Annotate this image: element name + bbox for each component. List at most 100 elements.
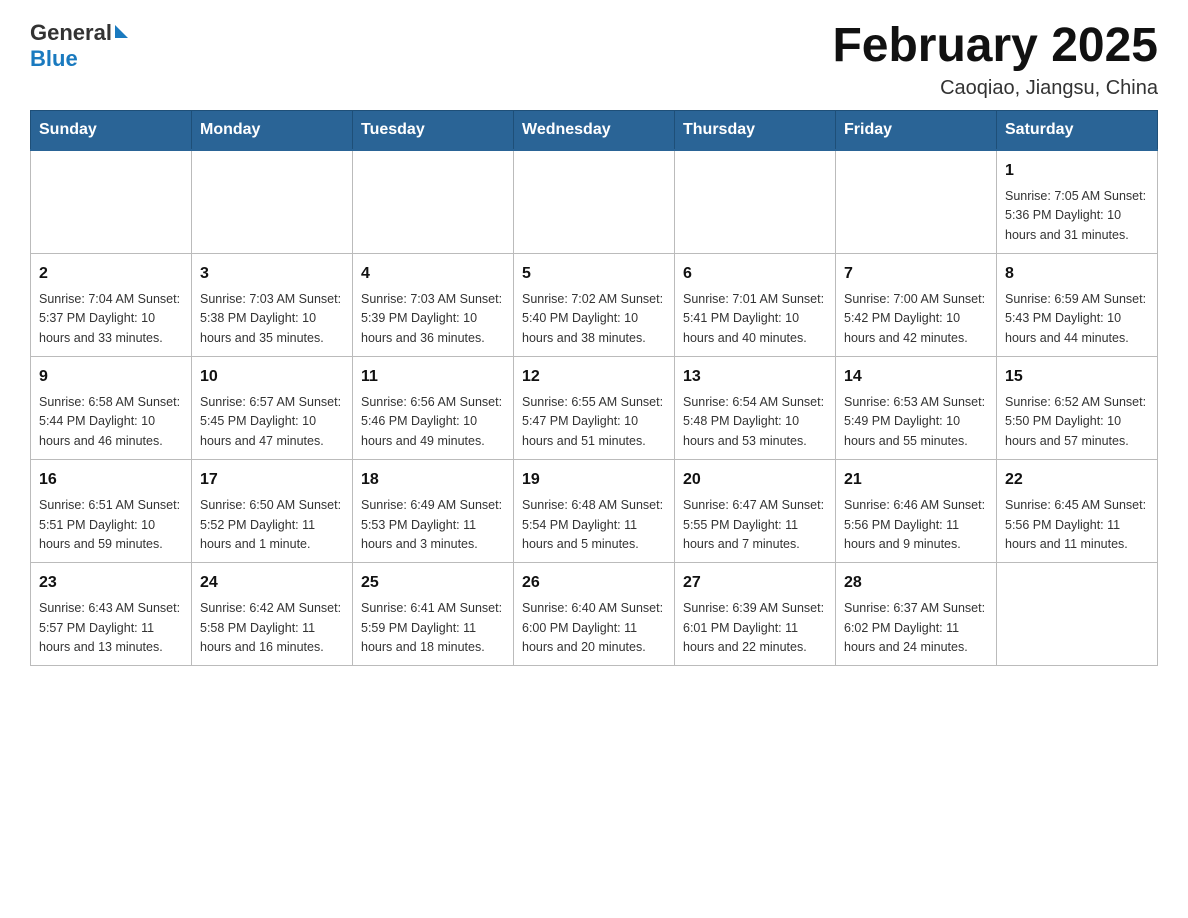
day-number: 3	[200, 262, 344, 286]
calendar-cell: 12Sunrise: 6:55 AM Sunset: 5:47 PM Dayli…	[514, 357, 675, 460]
day-info: Sunrise: 7:00 AM Sunset: 5:42 PM Dayligh…	[844, 290, 988, 348]
day-info: Sunrise: 6:55 AM Sunset: 5:47 PM Dayligh…	[522, 393, 666, 451]
day-number: 14	[844, 365, 988, 389]
day-info: Sunrise: 7:02 AM Sunset: 5:40 PM Dayligh…	[522, 290, 666, 348]
calendar-cell: 22 Sunrise: 6:45 AM Sunset: 5:56 PM Dayli…	[997, 460, 1158, 563]
day-info: Sunrise: 6:48 AM Sunset: 5:54 PM Dayligh…	[522, 496, 666, 554]
day-info: Sunrise: 6:43 AM Sunset: 5:57 PM Dayligh…	[39, 599, 183, 657]
calendar-cell: 15 Sunrise: 6:52 AM Sunset: 5:50 PM Dayli…	[997, 357, 1158, 460]
day-info: Sunrise: 6:54 AM Sunset: 5:48 PM Dayligh…	[683, 393, 827, 451]
day-number: 15	[1005, 365, 1149, 389]
day-header-thursday: Thursday	[675, 110, 836, 150]
calendar-cell: 16Sunrise: 6:51 AM Sunset: 5:51 PM Dayli…	[31, 460, 192, 563]
day-info: Sunrise: 6:42 AM Sunset: 5:58 PM Dayligh…	[200, 599, 344, 657]
day-number: 11	[361, 365, 505, 389]
day-number: 4	[361, 262, 505, 286]
calendar-cell: 19 Sunrise: 6:48 AM Sunset: 5:54 PM Dayli…	[514, 460, 675, 563]
logo-general: General	[30, 20, 112, 46]
day-number: 6	[683, 262, 827, 286]
calendar-cell	[192, 150, 353, 254]
calendar-header-row: SundayMondayTuesdayWednesdayThursdayFrid…	[31, 110, 1158, 150]
day-number: 17	[200, 468, 344, 492]
calendar-cell: 11 Sunrise: 6:56 AM Sunset: 5:46 PM Dayli…	[353, 357, 514, 460]
day-info: Sunrise: 6:53 AM Sunset: 5:49 PM Dayligh…	[844, 393, 988, 451]
day-number: 13	[683, 365, 827, 389]
calendar-cell: 9 Sunrise: 6:58 AM Sunset: 5:44 PM Daylig…	[31, 357, 192, 460]
day-number: 21	[844, 468, 988, 492]
calendar-cell	[997, 563, 1158, 666]
calendar-cell: 10 Sunrise: 6:57 AM Sunset: 5:45 PM Dayli…	[192, 357, 353, 460]
calendar-week-row: 9 Sunrise: 6:58 AM Sunset: 5:44 PM Daylig…	[31, 357, 1158, 460]
calendar-cell: 13 Sunrise: 6:54 AM Sunset: 5:48 PM Dayli…	[675, 357, 836, 460]
day-number: 25	[361, 571, 505, 595]
day-header-saturday: Saturday	[997, 110, 1158, 150]
calendar-week-row: 2 Sunrise: 7:04 AM Sunset: 5:37 PM Daylig…	[31, 253, 1158, 356]
calendar-cell: 7Sunrise: 7:00 AM Sunset: 5:42 PM Daylig…	[836, 253, 997, 356]
day-info: Sunrise: 6:57 AM Sunset: 5:45 PM Dayligh…	[200, 393, 344, 451]
day-info: Sunrise: 6:56 AM Sunset: 5:46 PM Dayligh…	[361, 393, 505, 451]
day-info: Sunrise: 6:47 AM Sunset: 5:55 PM Dayligh…	[683, 496, 827, 554]
day-number: 24	[200, 571, 344, 595]
calendar-cell: 20 Sunrise: 6:47 AM Sunset: 5:55 PM Dayli…	[675, 460, 836, 563]
day-number: 8	[1005, 262, 1149, 286]
calendar-cell	[353, 150, 514, 254]
calendar-cell: 5 Sunrise: 7:02 AM Sunset: 5:40 PM Daylig…	[514, 253, 675, 356]
day-number: 5	[522, 262, 666, 286]
day-number: 2	[39, 262, 183, 286]
calendar-subtitle: Caoqiao, Jiangsu, China	[832, 77, 1158, 100]
calendar-cell	[675, 150, 836, 254]
calendar-cell: 21Sunrise: 6:46 AM Sunset: 5:56 PM Dayli…	[836, 460, 997, 563]
calendar-cell: 1 Sunrise: 7:05 AM Sunset: 5:36 PM Daylig…	[997, 150, 1158, 254]
calendar-cell: 26 Sunrise: 6:40 AM Sunset: 6:00 PM Dayli…	[514, 563, 675, 666]
calendar-cell: 27 Sunrise: 6:39 AM Sunset: 6:01 PM Dayli…	[675, 563, 836, 666]
calendar-cell: 8 Sunrise: 6:59 AM Sunset: 5:43 PM Daylig…	[997, 253, 1158, 356]
day-info: Sunrise: 6:49 AM Sunset: 5:53 PM Dayligh…	[361, 496, 505, 554]
day-number: 1	[1005, 159, 1149, 183]
calendar-title: February 2025	[832, 20, 1158, 73]
day-number: 18	[361, 468, 505, 492]
day-info: Sunrise: 6:59 AM Sunset: 5:43 PM Dayligh…	[1005, 290, 1149, 348]
calendar-cell	[836, 150, 997, 254]
calendar-cell	[514, 150, 675, 254]
page-header: General Blue February 2025 Caoqiao, Jian…	[30, 20, 1158, 100]
calendar-cell: 6 Sunrise: 7:01 AM Sunset: 5:41 PM Daylig…	[675, 253, 836, 356]
calendar-cell: 28Sunrise: 6:37 AM Sunset: 6:02 PM Dayli…	[836, 563, 997, 666]
calendar-cell: 14 Sunrise: 6:53 AM Sunset: 5:49 PM Dayli…	[836, 357, 997, 460]
calendar-cell: 2 Sunrise: 7:04 AM Sunset: 5:37 PM Daylig…	[31, 253, 192, 356]
day-info: Sunrise: 7:01 AM Sunset: 5:41 PM Dayligh…	[683, 290, 827, 348]
calendar-week-row: 16Sunrise: 6:51 AM Sunset: 5:51 PM Dayli…	[31, 460, 1158, 563]
calendar-cell: 3 Sunrise: 7:03 AM Sunset: 5:38 PM Daylig…	[192, 253, 353, 356]
day-number: 22	[1005, 468, 1149, 492]
calendar-cell: 24 Sunrise: 6:42 AM Sunset: 5:58 PM Dayli…	[192, 563, 353, 666]
day-info: Sunrise: 6:40 AM Sunset: 6:00 PM Dayligh…	[522, 599, 666, 657]
day-info: Sunrise: 6:50 AM Sunset: 5:52 PM Dayligh…	[200, 496, 344, 554]
day-number: 20	[683, 468, 827, 492]
calendar-cell: 25Sunrise: 6:41 AM Sunset: 5:59 PM Dayli…	[353, 563, 514, 666]
day-info: Sunrise: 7:04 AM Sunset: 5:37 PM Dayligh…	[39, 290, 183, 348]
day-info: Sunrise: 6:37 AM Sunset: 6:02 PM Dayligh…	[844, 599, 988, 657]
calendar-week-row: 1 Sunrise: 7:05 AM Sunset: 5:36 PM Daylig…	[31, 150, 1158, 254]
logo-arrow-icon	[115, 25, 128, 38]
day-info: Sunrise: 6:58 AM Sunset: 5:44 PM Dayligh…	[39, 393, 183, 451]
day-header-wednesday: Wednesday	[514, 110, 675, 150]
day-info: Sunrise: 6:39 AM Sunset: 6:01 PM Dayligh…	[683, 599, 827, 657]
calendar-cell: 23 Sunrise: 6:43 AM Sunset: 5:57 PM Dayli…	[31, 563, 192, 666]
day-header-friday: Friday	[836, 110, 997, 150]
logo-blue: Blue	[30, 46, 78, 72]
calendar-cell: 17 Sunrise: 6:50 AM Sunset: 5:52 PM Dayli…	[192, 460, 353, 563]
day-info: Sunrise: 6:51 AM Sunset: 5:51 PM Dayligh…	[39, 496, 183, 554]
day-info: Sunrise: 6:45 AM Sunset: 5:56 PM Dayligh…	[1005, 496, 1149, 554]
day-info: Sunrise: 7:03 AM Sunset: 5:38 PM Dayligh…	[200, 290, 344, 348]
day-number: 10	[200, 365, 344, 389]
day-number: 27	[683, 571, 827, 595]
day-header-sunday: Sunday	[31, 110, 192, 150]
day-header-tuesday: Tuesday	[353, 110, 514, 150]
day-number: 26	[522, 571, 666, 595]
day-number: 9	[39, 365, 183, 389]
calendar-cell: 4Sunrise: 7:03 AM Sunset: 5:39 PM Daylig…	[353, 253, 514, 356]
day-number: 23	[39, 571, 183, 595]
day-info: Sunrise: 7:05 AM Sunset: 5:36 PM Dayligh…	[1005, 187, 1149, 245]
day-number: 19	[522, 468, 666, 492]
logo: General Blue	[30, 20, 128, 72]
day-info: Sunrise: 6:52 AM Sunset: 5:50 PM Dayligh…	[1005, 393, 1149, 451]
